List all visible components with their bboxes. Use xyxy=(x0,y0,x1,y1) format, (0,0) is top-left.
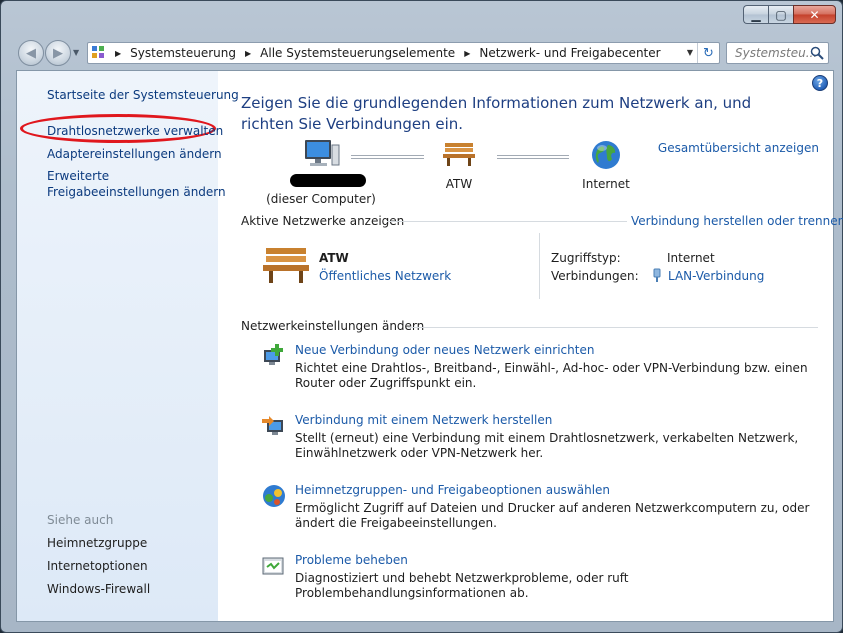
task-connect-network-link[interactable]: Verbindung mit einem Netzwerk herstellen xyxy=(295,413,552,427)
globe-icon xyxy=(592,141,620,169)
breadcrumb-separator-icon[interactable]: ▶ xyxy=(464,49,470,58)
task-new-connection: Neue Verbindung oder neues Netzwerk einr… xyxy=(261,343,821,393)
map-computer-node xyxy=(261,137,381,169)
sidebar-link-adapter-settings[interactable]: Adaptereinstellungen ändern xyxy=(47,146,222,162)
refresh-button[interactable]: ↻ xyxy=(697,43,719,63)
address-dropdown-icon[interactable]: ▼ xyxy=(687,48,693,57)
address-bar[interactable]: ▶ Systemsteuerung ▶ Alle Systemsteuerung… xyxy=(87,42,720,64)
sidebar-link-manage-wireless[interactable]: Drahtlosnetzwerke verwalten xyxy=(47,123,223,139)
breadcrumb-separator-icon[interactable]: ▶ xyxy=(115,49,121,58)
access-type-value: Internet xyxy=(667,251,715,265)
active-network-type-link[interactable]: Öffentliches Netzwerk xyxy=(319,269,451,283)
forward-button[interactable]: ▶ xyxy=(45,40,71,66)
bench-icon xyxy=(443,143,475,166)
title-bar: ▁ ▢ ✕ xyxy=(1,1,842,35)
task-sidebar: Startseite der Systemsteuerung Drahtlosn… xyxy=(17,71,239,621)
task-new-connection-link[interactable]: Neue Verbindung oder neues Netzwerk einr… xyxy=(295,343,594,357)
lan-plug-icon xyxy=(653,268,661,282)
breadcrumb-systemsteuerung[interactable]: Systemsteuerung xyxy=(130,46,236,60)
back-button[interactable]: ◀ xyxy=(18,40,44,66)
active-network-name: ATW xyxy=(319,251,349,265)
task-homegroup-link[interactable]: Heimnetzgruppen- und Freigabeoptionen au… xyxy=(295,483,610,497)
search-icon[interactable] xyxy=(810,46,824,60)
network-info-divider xyxy=(539,233,540,299)
network-settings-heading: Netzwerkeinstellungen ändern xyxy=(241,319,425,333)
connections-label: Verbindungen: xyxy=(551,269,639,283)
active-networks-heading: Aktive Netzwerke anzeigen xyxy=(241,214,405,228)
sidebar-link-advanced-sharing[interactable]: Erweiterte Freigabeeinstellungen ändern xyxy=(47,168,226,200)
control-panel-icon xyxy=(92,46,106,60)
see-also-windows-firewall[interactable]: Windows-Firewall xyxy=(47,582,150,596)
sidebar-link-advanced-sharing-line2: Freigabeeinstellungen ändern xyxy=(47,185,226,199)
map-internet-label: Internet xyxy=(582,177,630,191)
access-type-label: Zugriffstyp: xyxy=(551,251,621,265)
breadcrumb-separator-icon[interactable]: ▶ xyxy=(245,49,251,58)
homegroup-icon xyxy=(263,485,285,507)
connect-disconnect-link[interactable]: Verbindung herstellen oder trennen xyxy=(631,214,843,228)
full-map-link[interactable]: Gesamtübersicht anzeigen xyxy=(658,141,819,155)
main-pane: Zeigen Sie die grundlegenden Information… xyxy=(241,71,843,621)
map-link-line xyxy=(497,155,569,159)
see-also-heading: Siehe auch xyxy=(47,513,114,527)
task-homegroup: Heimnetzgruppen- und Freigabeoptionen au… xyxy=(261,483,821,533)
task-troubleshoot: Probleme beheben Diagnostiziert und behe… xyxy=(261,553,821,600)
explorer-window: ▁ ▢ ✕ ◀ ▶ ▼ ▶ Systemsteuerung ▶ Alle Sys… xyxy=(0,0,843,633)
breadcrumb-alle-elemente[interactable]: Alle Systemsteuerungselemente xyxy=(260,46,455,60)
close-button[interactable]: ✕ xyxy=(793,5,836,24)
page-title: Zeigen Sie die grundlegenden Information… xyxy=(241,94,752,133)
see-also-homegroup[interactable]: Heimnetzgruppe xyxy=(47,536,147,550)
task-homegroup-desc: Ermöglicht Zugriff auf Dateien und Druck… xyxy=(295,501,810,530)
section-rule xyxy=(387,221,627,222)
lan-connection-link[interactable]: LAN-Verbindung xyxy=(668,269,764,283)
sidebar-link-control-panel-home[interactable]: Startseite der Systemsteuerung xyxy=(47,87,239,103)
task-troubleshoot-link[interactable]: Probleme beheben xyxy=(295,553,408,567)
task-new-connection-desc: Richtet eine Drahtlos-, Breitband-, Einw… xyxy=(295,361,808,390)
task-troubleshoot-desc: Diagnostiziert und behebt Netzwerkproble… xyxy=(295,571,629,600)
computer-icon xyxy=(305,140,340,166)
map-network-node[interactable]: ATW xyxy=(429,141,489,191)
minimize-button[interactable]: ▁ xyxy=(743,5,768,24)
maximize-button[interactable]: ▢ xyxy=(768,5,793,24)
map-computer-label: (dieser Computer) xyxy=(266,192,376,206)
sidebar-link-advanced-sharing-line1: Erweiterte xyxy=(47,169,110,183)
redacted-computer-name xyxy=(290,174,366,187)
task-connect-network-desc: Stellt (erneut) eine Verbindung mit eine… xyxy=(295,431,799,460)
see-also-internet-options[interactable]: Internetoptionen xyxy=(47,559,148,573)
map-internet-node[interactable]: Internet xyxy=(571,139,641,191)
troubleshoot-icon xyxy=(262,557,284,575)
breadcrumb-netzwerk-freigabecenter[interactable]: Netzwerk- und Freigabecenter xyxy=(479,46,660,60)
navigation-bar: ◀ ▶ ▼ ▶ Systemsteuerung ▶ Alle Systemste… xyxy=(15,39,833,67)
public-network-bench-icon xyxy=(263,248,309,283)
recent-pages-chevron-icon[interactable]: ▼ xyxy=(73,48,79,57)
map-link-line xyxy=(351,155,424,159)
map-network-label: ATW xyxy=(445,177,473,191)
caption-buttons: ▁ ▢ ✕ xyxy=(743,5,836,24)
search-input[interactable]: Systemsteu... xyxy=(726,42,829,64)
connect-network-icon xyxy=(262,416,283,435)
search-placeholder: Systemsteu... xyxy=(735,46,818,60)
content-area: Startseite der Systemsteuerung Drahtlosn… xyxy=(16,70,843,622)
section-rule xyxy=(408,327,818,328)
task-connect-network: Verbindung mit einem Netzwerk herstellen… xyxy=(261,413,821,463)
new-connection-icon xyxy=(264,344,283,365)
